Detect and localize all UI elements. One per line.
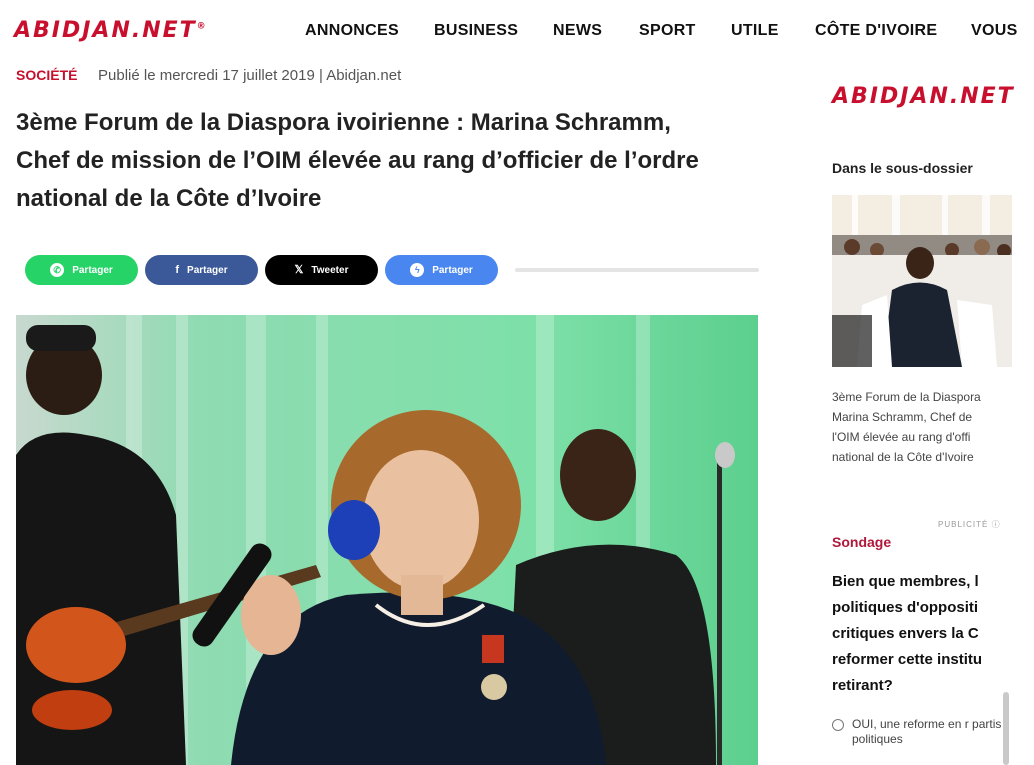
- whatsapp-share-label: Partager: [72, 264, 113, 276]
- nav-item-news[interactable]: NEWS: [553, 22, 602, 40]
- facebook-icon: f: [175, 263, 180, 276]
- caption-line: l'OIM élevée au rang d'offi: [832, 430, 971, 444]
- nav-item-cote-divoire[interactable]: CÔTE D'IVOIRE: [815, 22, 937, 40]
- messenger-icon: ϟ: [410, 263, 425, 277]
- radio-button[interactable]: [832, 719, 844, 731]
- nav-item-business[interactable]: BUSINESS: [434, 22, 518, 40]
- poll-option-label: OUI, une reforme en r partis politiques: [852, 717, 1002, 746]
- subfolder-title: Dans le sous-dossier: [832, 160, 973, 176]
- top-navigation-bar: ABIDJAN.NET® ANNONCES BUSINESS NEWS SPOR…: [0, 0, 1034, 62]
- publication-info: Publié le mercredi 17 juillet 2019 | Abi…: [98, 67, 402, 84]
- advertisement-label: PUBLICITÉ ⓘ: [938, 520, 1001, 529]
- nav-item-sport[interactable]: SPORT: [639, 22, 696, 40]
- subfolder-caption[interactable]: 3ème Forum de la Diaspora Marina Schramm…: [832, 387, 1012, 467]
- facebook-share-label: Partager: [187, 264, 228, 276]
- poll-question-line: critiques envers la C: [832, 625, 979, 642]
- twitter-share-label: Tweeter: [311, 264, 349, 276]
- twitter-share-button[interactable]: 𝕏 Tweeter: [265, 255, 378, 285]
- caption-line: Marina Schramm, Chef de: [832, 410, 973, 424]
- messenger-share-label: Partager: [432, 264, 473, 276]
- nav-item-annonces[interactable]: ANNONCES: [305, 22, 399, 40]
- poll-question: Bien que membres, l politiques d'opposit…: [832, 569, 1014, 699]
- article-title: 3ème Forum de la Diaspora ivoirienne : M…: [16, 109, 699, 212]
- poll-title: Sondage: [832, 534, 892, 550]
- sidebar-logo[interactable]: ABIDJAN.NET: [832, 84, 1015, 109]
- poll-question-line: retirant?: [832, 677, 893, 694]
- subfolder-thumbnail-illustration: [832, 195, 1012, 367]
- poll-option-yes[interactable]: OUI, une reforme en r partis politiques: [832, 717, 1014, 747]
- whatsapp-share-button[interactable]: ✆ Partager: [25, 255, 138, 285]
- site-logo[interactable]: ABIDJAN.NET®: [14, 18, 208, 43]
- scrollbar-thumb[interactable]: [1003, 692, 1009, 765]
- poll-question-line: politiques d'oppositi: [832, 599, 979, 616]
- article-photo: [16, 315, 758, 765]
- article-photo-illustration: [16, 315, 758, 765]
- poll-question-line: reformer cette institu: [832, 651, 983, 668]
- share-divider: [515, 268, 759, 272]
- subfolder-thumbnail[interactable]: [832, 195, 1012, 367]
- facebook-share-button[interactable]: f Partager: [145, 255, 258, 285]
- article-category[interactable]: SOCIÉTÉ: [16, 67, 77, 83]
- caption-line: national de la Côte d'Ivoire: [832, 450, 974, 464]
- whatsapp-icon: ✆: [50, 263, 65, 277]
- nav-item-vous[interactable]: VOUS: [971, 22, 1018, 40]
- caption-line: 3ème Forum de la Diaspora: [832, 390, 981, 404]
- nav-item-utile[interactable]: UTILE: [731, 22, 779, 40]
- x-icon: 𝕏: [294, 263, 304, 276]
- poll-question-line: Bien que membres, l: [832, 573, 979, 590]
- messenger-share-button[interactable]: ϟ Partager: [385, 255, 498, 285]
